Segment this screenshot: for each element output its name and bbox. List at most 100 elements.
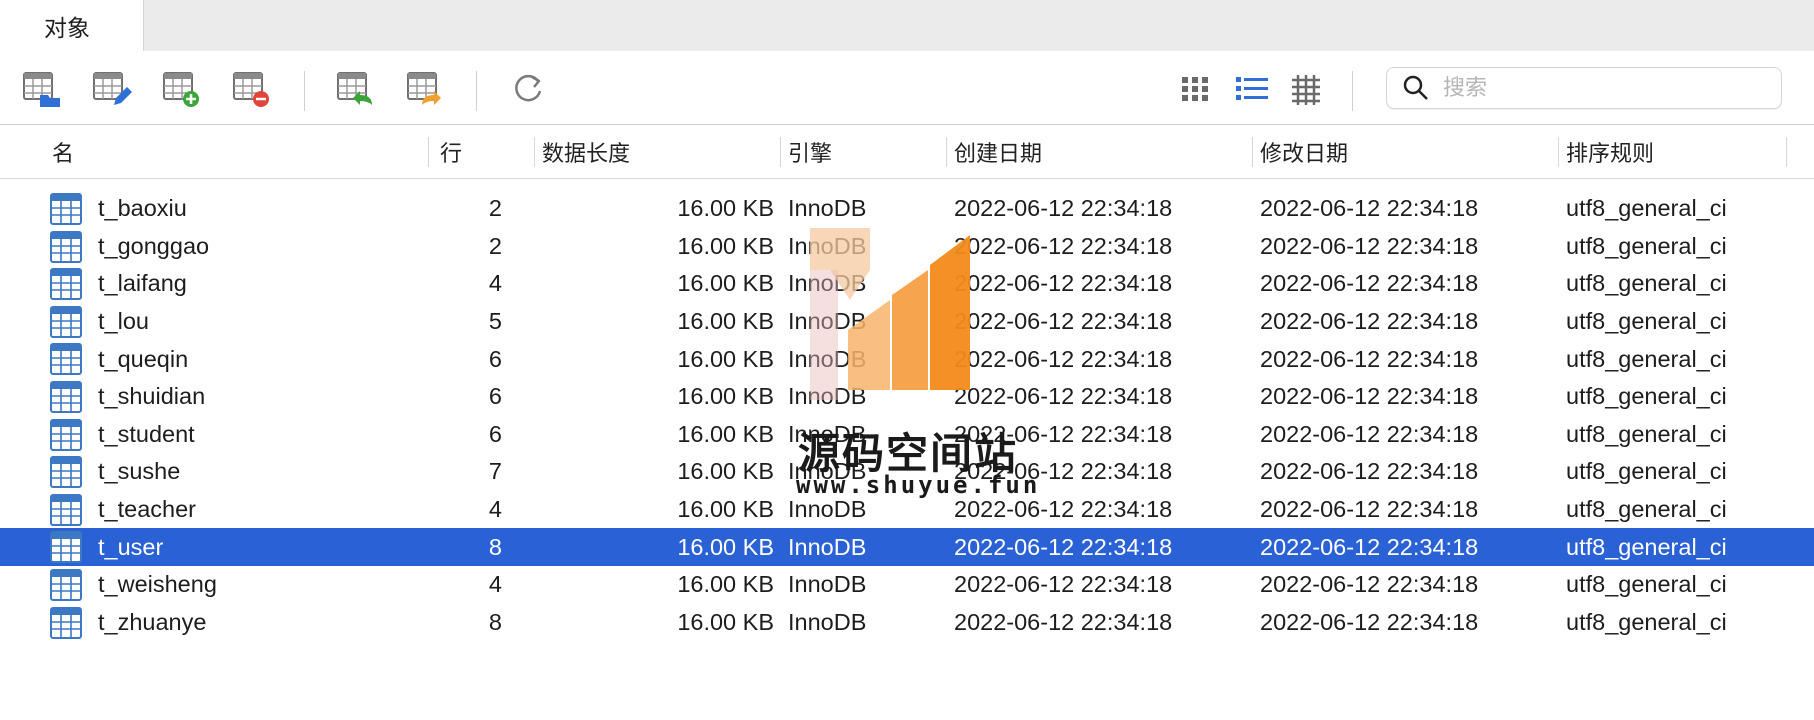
engine: InnoDB (788, 308, 867, 335)
list-view-icon (1236, 77, 1268, 100)
engine: InnoDB (788, 232, 867, 259)
data-length: 16.00 KB (677, 571, 774, 598)
engine: InnoDB (788, 345, 867, 372)
engine: InnoDB (788, 195, 867, 222)
tab-bar: 对象 (0, 0, 1814, 51)
table-name: t_baoxiu (98, 195, 187, 222)
modified-date: 2022-06-12 22:34:18 (1260, 458, 1479, 485)
table-row[interactable]: t_student 6 16.00 KB InnoDB 2022-06-12 2… (0, 416, 1814, 454)
table-name: t_user (98, 533, 164, 560)
modified-date: 2022-06-12 22:34:18 (1260, 420, 1479, 447)
collation: utf8_general_ci (1566, 571, 1727, 598)
modified-date: 2022-06-12 22:34:18 (1260, 533, 1479, 560)
row-count: 6 (488, 383, 502, 410)
search-input[interactable] (1441, 74, 1765, 102)
toolbar (0, 51, 1814, 125)
table-name: t_shuidian (98, 383, 206, 410)
modified-date: 2022-06-12 22:34:18 (1260, 383, 1479, 410)
detail-view-button[interactable] (1286, 69, 1326, 109)
table-row[interactable]: t_lou 5 16.00 KB InnoDB 2022-06-12 22:34… (0, 303, 1814, 341)
table-name: t_teacher (98, 496, 196, 523)
design-table-button[interactable] (92, 69, 132, 109)
table-name: t_lou (98, 308, 149, 335)
data-length: 16.00 KB (677, 232, 774, 259)
table-name: t_zhuanye (98, 608, 207, 635)
toolbar-separator (476, 71, 477, 111)
data-length: 16.00 KB (677, 308, 774, 335)
column-data-length[interactable]: 数据长度 (542, 125, 630, 178)
table-row[interactable]: t_teacher 4 16.00 KB InnoDB 2022-06-12 2… (0, 491, 1814, 529)
import-wizard-button[interactable] (336, 69, 376, 109)
table-row[interactable]: t_queqin 6 16.00 KB InnoDB 2022-06-12 22… (0, 340, 1814, 378)
modified-date: 2022-06-12 22:34:18 (1260, 270, 1479, 297)
data-length: 16.00 KB (677, 195, 774, 222)
table-icon (50, 230, 82, 263)
grid-view-button[interactable] (1176, 69, 1216, 109)
table-name: t_gonggao (98, 232, 210, 259)
table-icon (50, 268, 82, 301)
table-icon (50, 193, 82, 225)
collation: utf8_general_ci (1566, 345, 1727, 372)
table-icon (50, 380, 82, 413)
column-engine[interactable]: 引擎 (788, 125, 832, 178)
search-icon (1403, 75, 1428, 100)
grid-view-icon (1182, 77, 1208, 101)
import-wizard-icon (337, 72, 372, 105)
open-table-button[interactable] (22, 69, 62, 109)
table-row[interactable]: t_zhuanye 8 16.00 KB InnoDB 2022-06-12 2… (0, 604, 1814, 642)
data-length: 16.00 KB (677, 345, 774, 372)
column-rows[interactable]: 行 (440, 125, 462, 178)
engine: InnoDB (788, 571, 867, 598)
table-row[interactable]: t_weisheng 4 16.00 KB InnoDB 2022-06-12 … (0, 566, 1814, 604)
column-collation[interactable]: 排序规则 (1566, 125, 1654, 178)
row-count: 4 (488, 571, 502, 598)
created-date: 2022-06-12 22:34:18 (954, 608, 1173, 635)
table-icon (50, 343, 82, 376)
table-icon (50, 531, 82, 564)
column-divider (1786, 137, 1787, 167)
column-modified[interactable]: 修改日期 (1260, 125, 1348, 178)
column-divider (1252, 137, 1253, 167)
table-name: t_sushe (98, 458, 181, 485)
column-divider (1558, 137, 1559, 167)
new-table-button[interactable] (162, 69, 202, 109)
column-created[interactable]: 创建日期 (954, 125, 1042, 178)
engine: InnoDB (788, 458, 867, 485)
delete-table-button[interactable] (232, 69, 272, 109)
table-row-selected[interactable]: t_user 8 16.00 KB InnoDB 2022-06-12 22:3… (0, 528, 1814, 566)
data-length: 16.00 KB (677, 608, 774, 635)
table-row[interactable]: t_baoxiu 2 16.00 KB InnoDB 2022-06-12 22… (0, 190, 1814, 228)
engine: InnoDB (788, 608, 867, 635)
search-box[interactable] (1386, 67, 1782, 109)
row-count: 8 (488, 608, 502, 635)
table-name: t_weisheng (98, 571, 217, 598)
row-count: 7 (488, 458, 502, 485)
row-count: 6 (488, 345, 502, 372)
export-wizard-icon (407, 72, 441, 105)
refresh-button[interactable] (508, 69, 548, 109)
column-name[interactable]: 名 (52, 125, 74, 178)
collation: utf8_general_ci (1566, 458, 1727, 485)
modified-date: 2022-06-12 22:34:18 (1260, 308, 1479, 335)
collation: utf8_general_ci (1566, 533, 1727, 560)
table-row[interactable]: t_sushe 7 16.00 KB InnoDB 2022-06-12 22:… (0, 453, 1814, 491)
collation: utf8_general_ci (1566, 383, 1727, 410)
refresh-icon (515, 74, 542, 102)
list-view-button[interactable] (1232, 69, 1272, 109)
created-date: 2022-06-12 22:34:18 (954, 571, 1173, 598)
export-wizard-button[interactable] (406, 69, 446, 109)
modified-date: 2022-06-12 22:34:18 (1260, 571, 1479, 598)
data-length: 16.00 KB (677, 383, 774, 410)
row-count: 4 (488, 270, 502, 297)
table-name: t_queqin (98, 345, 189, 372)
modified-date: 2022-06-12 22:34:18 (1260, 345, 1479, 372)
table-icon (50, 418, 82, 451)
column-divider (946, 137, 947, 167)
row-count: 6 (488, 420, 502, 447)
table-row[interactable]: t_gonggao 2 16.00 KB InnoDB 2022-06-12 2… (0, 228, 1814, 266)
table-row[interactable]: t_shuidian 6 16.00 KB InnoDB 2022-06-12 … (0, 378, 1814, 416)
modified-date: 2022-06-12 22:34:18 (1260, 496, 1479, 523)
table-row[interactable]: t_laifang 4 16.00 KB InnoDB 2022-06-12 2… (0, 265, 1814, 303)
tab-objects[interactable]: 对象 (0, 0, 144, 51)
collation: utf8_general_ci (1566, 496, 1727, 523)
